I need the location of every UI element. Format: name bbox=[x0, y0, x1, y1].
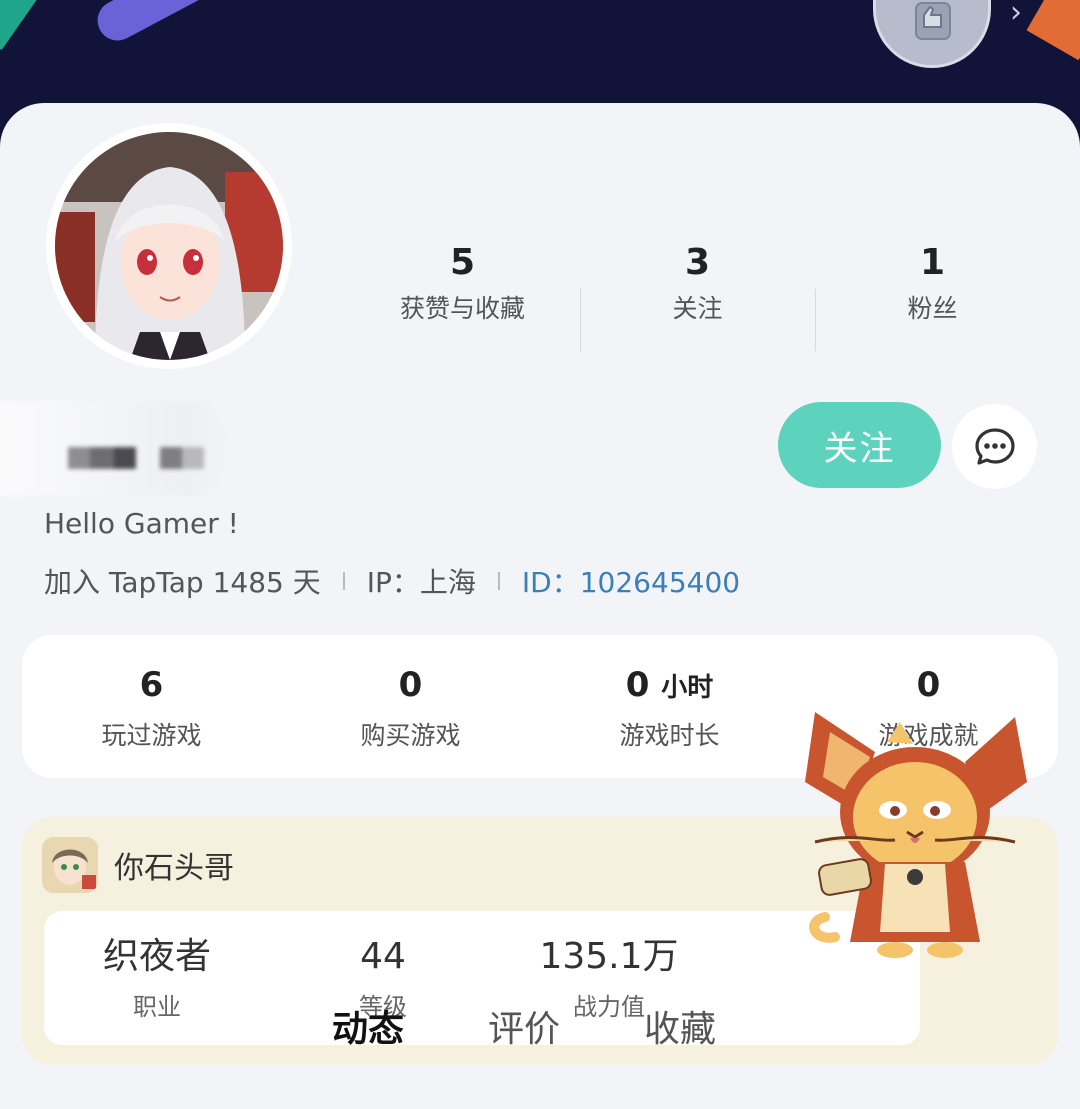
game-stat-value: 0 小时 bbox=[625, 665, 714, 705]
tab-label: 收藏 bbox=[644, 1009, 717, 1050]
game-stat-value: 0 bbox=[398, 665, 423, 705]
game-stat-label: 购买游戏 bbox=[360, 721, 461, 750]
profile-tabs: 动态 评价 收藏 bbox=[332, 1005, 716, 1057]
message-button[interactable] bbox=[952, 404, 1037, 489]
bio-text: Hello Gamer ! bbox=[44, 507, 239, 540]
banner-stripe bbox=[1026, 0, 1080, 61]
game-stat-played[interactable]: 6 玩过游戏 bbox=[22, 635, 281, 778]
stat-followers[interactable]: 1 粉丝 bbox=[815, 241, 1050, 356]
game-stat-playtime[interactable]: 0 小时 游戏时长 bbox=[540, 635, 799, 778]
user-id-link[interactable]: ID：102645400 bbox=[522, 561, 740, 601]
banner-stripe bbox=[0, 0, 48, 50]
stat-value: 1 bbox=[919, 242, 946, 283]
divider bbox=[497, 572, 500, 590]
chevron-right-icon[interactable]: › bbox=[1010, 0, 1034, 30]
profile-stats: 5 获赞与收藏 3 关注 1 粉丝 bbox=[345, 241, 1050, 356]
tab-label: 评价 bbox=[488, 1009, 561, 1050]
stat-value: 5 bbox=[449, 242, 476, 283]
game-icon bbox=[42, 837, 98, 893]
stat-label: 关注 bbox=[672, 294, 723, 323]
avatar[interactable] bbox=[46, 123, 292, 369]
tab-favorites[interactable]: 收藏 bbox=[644, 1005, 716, 1055]
stat-likes-favorites[interactable]: 5 获赞与收藏 bbox=[345, 241, 580, 356]
game-role-name: 你石头哥 bbox=[114, 851, 234, 886]
follow-button[interactable]: 关注 bbox=[778, 402, 941, 488]
fox-mascot-illustration bbox=[805, 712, 1027, 958]
join-days: 加入 TapTap 1485 天 bbox=[44, 566, 321, 599]
ip-location: IP：上海 bbox=[366, 566, 476, 599]
divider bbox=[342, 572, 345, 590]
role-class: 织夜者 职业 bbox=[44, 911, 270, 1045]
chat-bubble-icon bbox=[974, 427, 1015, 465]
banner-stripe bbox=[90, 0, 260, 48]
game-stat-purchased[interactable]: 0 购买游戏 bbox=[281, 635, 540, 778]
game-stat-value: 6 bbox=[139, 665, 164, 705]
profile-meta: 加入 TapTap 1485 天 IP：上海 ID：102645400 bbox=[44, 561, 740, 601]
stat-label: 获赞与收藏 bbox=[399, 294, 525, 323]
stat-label: 粉丝 bbox=[907, 294, 958, 323]
role-value: 织夜者 bbox=[102, 936, 211, 977]
game-stat-label: 游戏时长 bbox=[619, 721, 720, 750]
role-label: 职业 bbox=[133, 993, 181, 1021]
role-value: 44 bbox=[360, 936, 406, 977]
thumbs-up-badge-icon[interactable] bbox=[873, 0, 991, 68]
tab-label: 动态 bbox=[332, 1009, 405, 1050]
stat-value: 3 bbox=[684, 242, 711, 283]
game-stat-label: 玩过游戏 bbox=[101, 721, 202, 750]
tab-activity[interactable]: 动态 bbox=[332, 1005, 412, 1057]
username-blurred bbox=[0, 401, 232, 496]
role-value: 135.1万 bbox=[539, 936, 679, 977]
stat-following[interactable]: 3 关注 bbox=[580, 241, 815, 356]
tab-reviews[interactable]: 评价 bbox=[488, 1005, 560, 1055]
